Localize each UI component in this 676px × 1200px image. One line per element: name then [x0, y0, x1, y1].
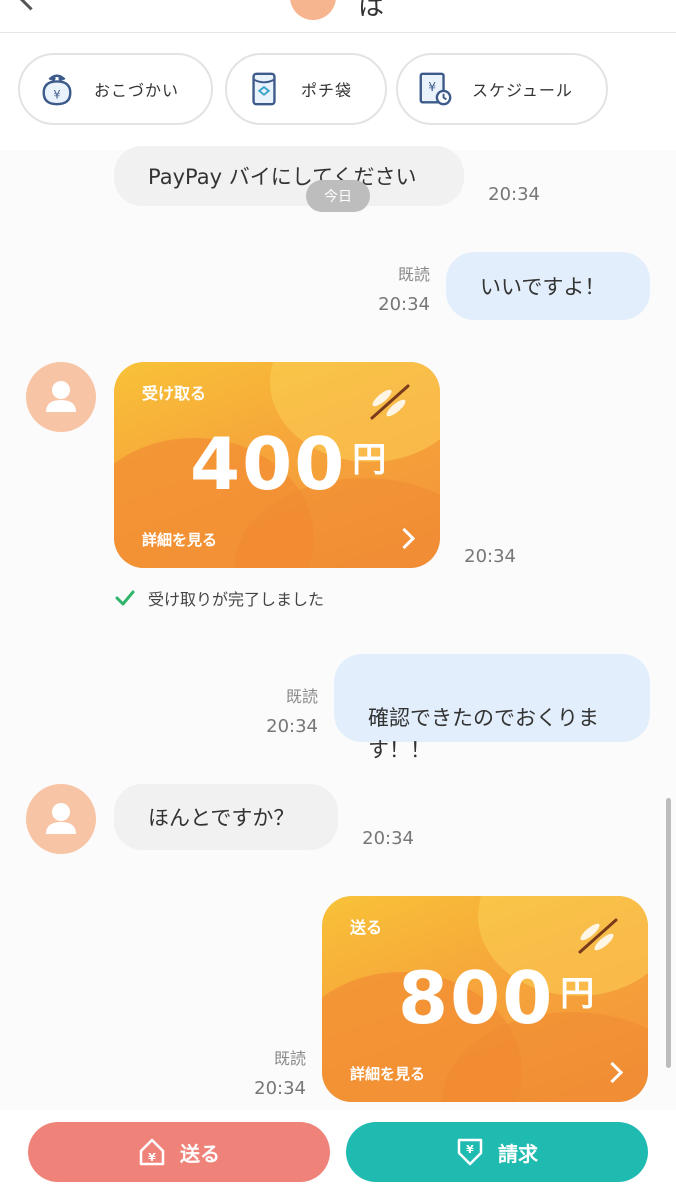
chip-schedule[interactable]: ¥ スケジュール [396, 53, 608, 125]
message-meta: 既読 20:34 [360, 260, 430, 320]
amount-value: 400 円 [190, 422, 388, 506]
person-icon [46, 803, 76, 834]
chip-label: スケジュール [472, 81, 573, 100]
card-type-label: 送る [350, 918, 383, 937]
read-receipt: 既読 [285, 687, 318, 706]
person-icon [46, 381, 76, 412]
currency-label: 円 [560, 974, 597, 1014]
quick-action-bar: ¥ おこづかい ポチ袋 ¥ スケジュール [0, 33, 676, 151]
details-link[interactable]: 詳細を見る [350, 1063, 425, 1084]
outgoing-message[interactable]: 確認できたのでおくりま す！！ [334, 654, 650, 762]
message-time: 20:34 [254, 1078, 306, 1099]
envelope-icon [252, 72, 276, 106]
svg-text:¥: ¥ [428, 80, 436, 94]
message-time: 20:34 [362, 828, 414, 849]
chip-label: ポチ袋 [301, 81, 353, 100]
message-time: 20:34 [266, 716, 318, 737]
receipt-status: 受け取りが完了しました [114, 586, 324, 610]
chip-allowance[interactable]: ¥ おこづかい [18, 53, 213, 125]
svg-text:¥: ¥ [466, 1143, 474, 1156]
message-text: ほんとですか？ [148, 806, 295, 830]
message-time: 20:34 [488, 184, 540, 205]
currency-label: 円 [352, 440, 389, 480]
receive-money-card[interactable]: 受け取る 400 円 詳細を見る [114, 362, 440, 568]
dragonfly-icon [578, 918, 618, 954]
avatar[interactable] [290, 0, 336, 20]
chip-label: おこづかい [94, 81, 180, 100]
scrollbar[interactable] [666, 798, 671, 1068]
check-icon [115, 590, 135, 606]
svg-text:¥: ¥ [53, 88, 60, 102]
status-text: 受け取りが完了しました [148, 590, 325, 609]
send-yen-icon: ¥ [139, 1138, 165, 1166]
header-bar: は [0, 0, 676, 33]
message-text: いいですよ！ [480, 275, 606, 299]
request-yen-icon: ¥ [457, 1138, 483, 1166]
calendar-clock-icon: ¥ [419, 72, 452, 106]
amount-value: 800 円 [398, 956, 596, 1040]
chip-pochibukuro[interactable]: ポチ袋 [225, 53, 387, 125]
send-money-card[interactable]: 送る 800 円 詳細を見る [322, 896, 648, 1102]
dragonfly-icon [370, 384, 410, 420]
incoming-message[interactable]: PayPay バイにしてください [114, 146, 464, 206]
read-receipt: 既読 [397, 265, 430, 284]
page-title: は [358, 0, 385, 22]
coin-purse-icon: ¥ [42, 74, 72, 106]
message-time: 20:34 [378, 294, 430, 315]
request-label: 請求 [498, 1141, 538, 1166]
svg-text:¥: ¥ [148, 1151, 156, 1164]
message-time: 20:34 [464, 546, 516, 567]
avatar[interactable] [26, 784, 96, 854]
card-type-label: 受け取る [142, 384, 207, 403]
date-separator: 今日 [306, 180, 370, 212]
message-meta: 既読 20:34 [248, 682, 318, 742]
details-link[interactable]: 詳細を見る [142, 529, 217, 550]
back-chevron-icon[interactable] [18, 0, 43, 11]
outgoing-message[interactable]: いいですよ！ [446, 252, 650, 320]
message-text: PayPay バイにしてください [148, 165, 417, 189]
message-meta: 既読 20:34 [236, 1044, 306, 1104]
amount-number: 400 [190, 422, 347, 506]
send-button[interactable]: ¥ 送る [28, 1122, 330, 1182]
amount-number: 800 [398, 956, 555, 1040]
send-label: 送る [180, 1141, 220, 1166]
avatar[interactable] [26, 362, 96, 432]
bottom-action-bar: ¥ 送る ¥ 請求 [0, 1110, 676, 1200]
incoming-message[interactable]: ほんとですか？ [114, 784, 338, 850]
read-receipt: 既読 [273, 1049, 306, 1068]
request-button[interactable]: ¥ 請求 [346, 1122, 648, 1182]
